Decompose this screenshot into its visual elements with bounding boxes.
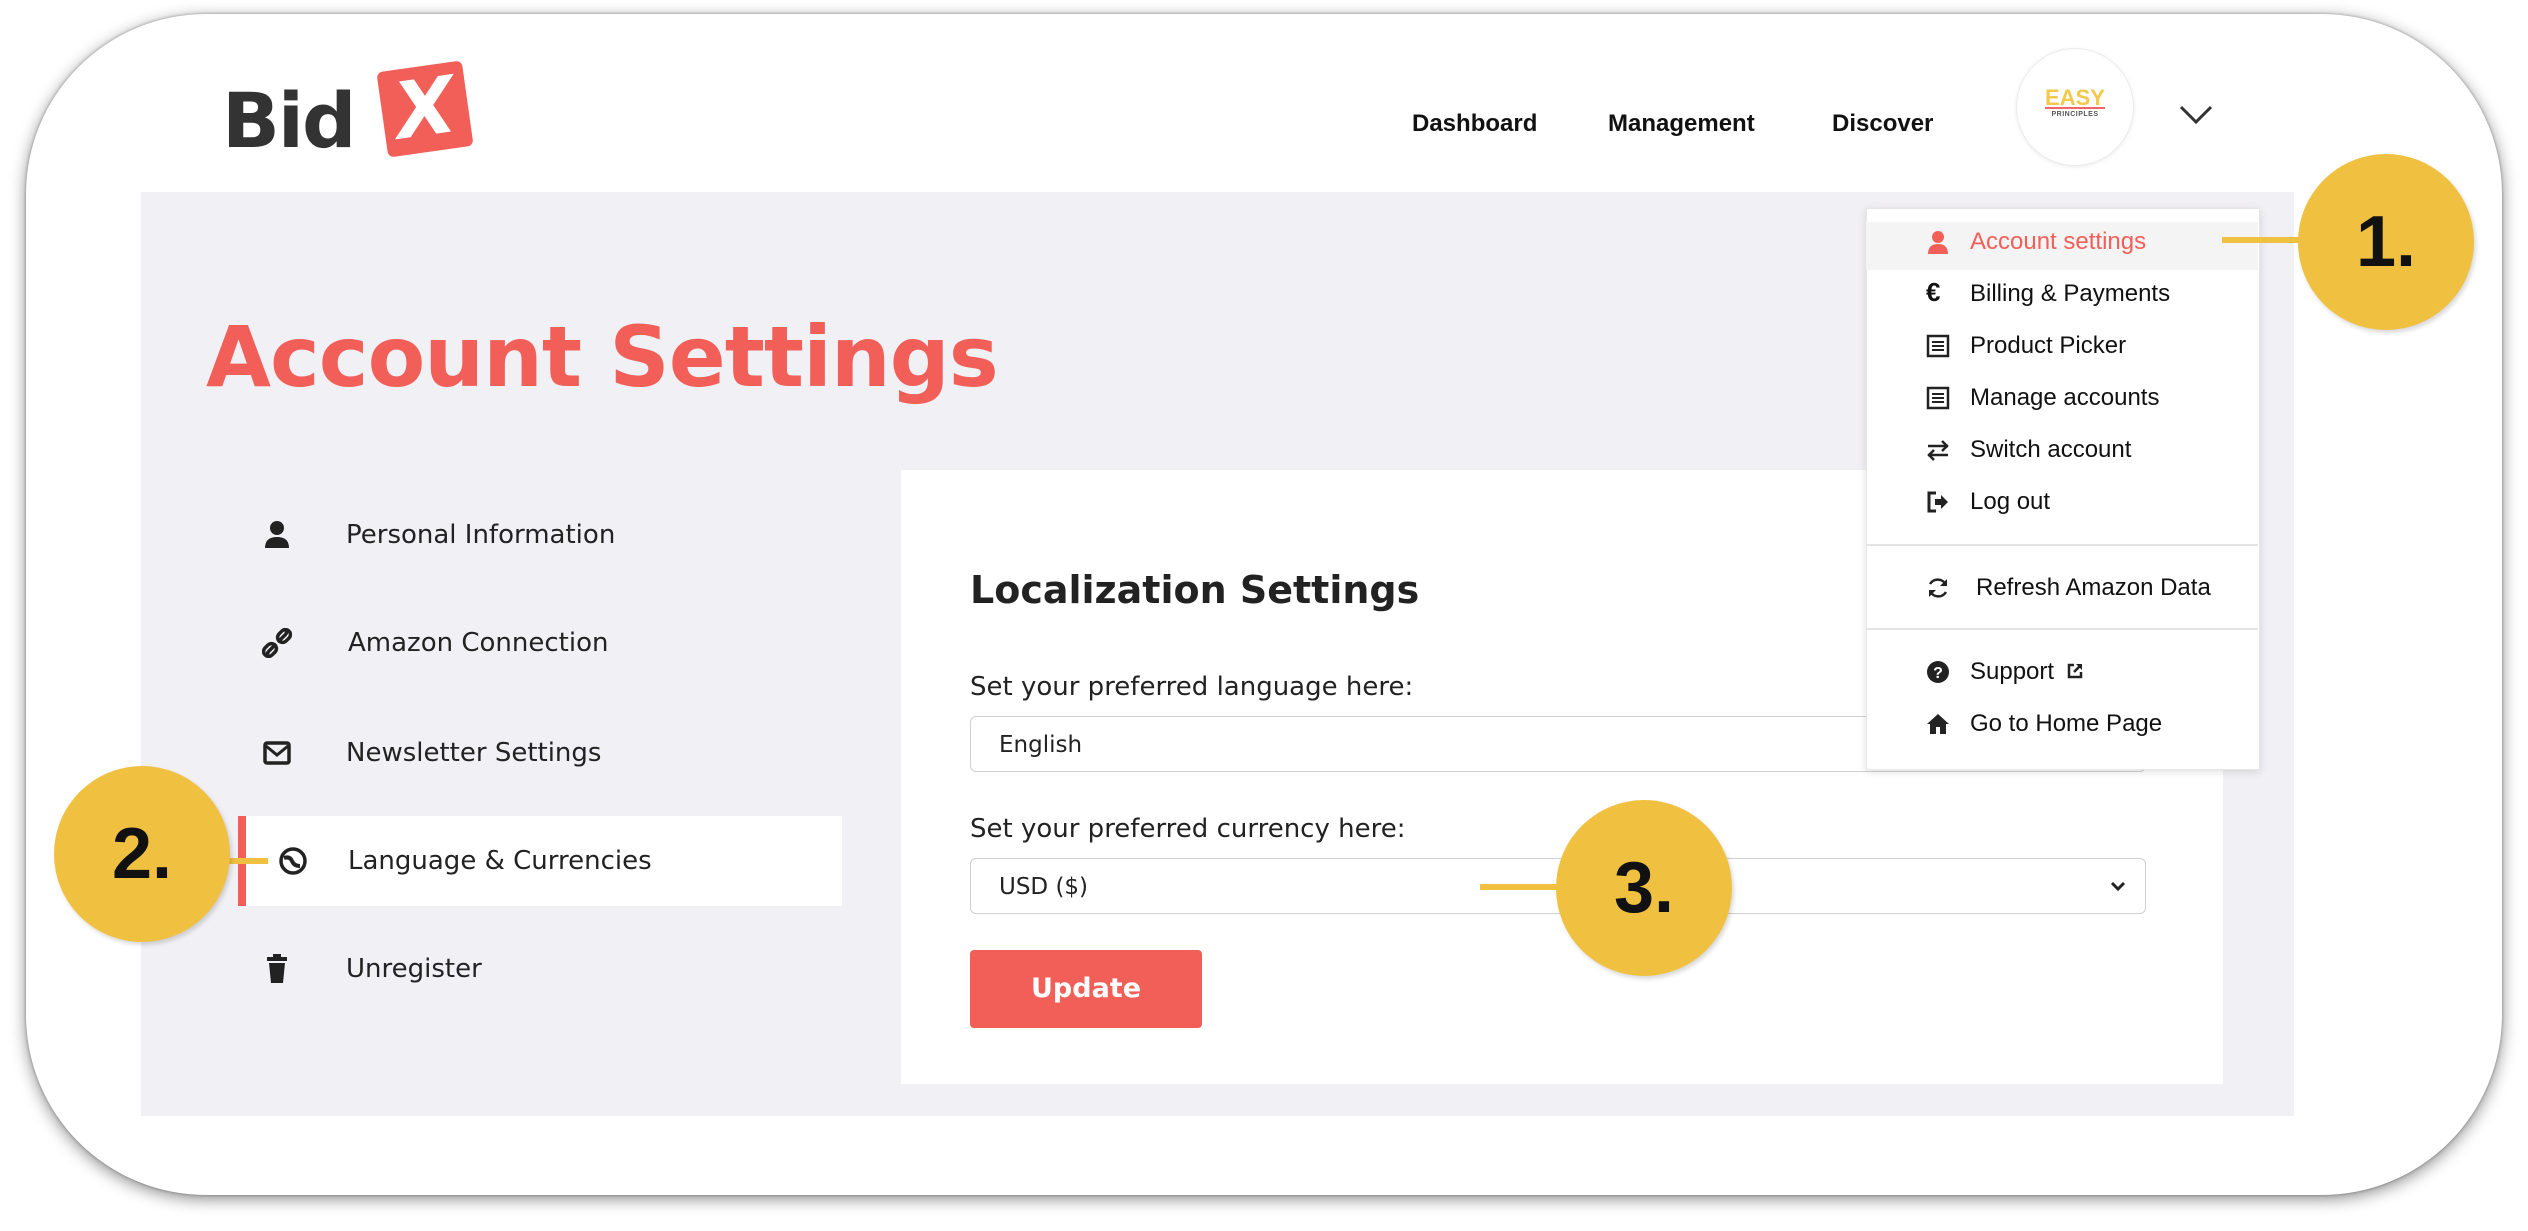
dropdown-item-label: Product Picker — [1970, 332, 2127, 359]
chevron-down-icon — [2110, 881, 2126, 892]
dropdown-item-label: Go to Home Page — [1970, 710, 2163, 737]
dropdown-item-label: Billing & Payments — [1970, 280, 2171, 307]
sidebar-item-language-currencies[interactable]: Language & Currencies — [238, 816, 842, 906]
user-icon — [1928, 231, 1948, 254]
help-icon: ? — [1927, 661, 1949, 683]
list-icon — [1926, 386, 1950, 410]
avatar-line2: PRINCIPLES — [2051, 111, 2099, 118]
dropdown-item-label: Switch account — [1970, 436, 2132, 463]
sidebar-item-unregister[interactable]: Unregister — [220, 924, 838, 1014]
link-icon — [262, 628, 292, 658]
language-value: English — [999, 732, 1083, 758]
annotation-connector-2 — [224, 858, 268, 864]
avatar-line1: EASY — [2045, 85, 2105, 110]
dropdown-divider — [1866, 544, 2258, 546]
logo-text: Bid — [222, 76, 356, 165]
mail-icon — [263, 741, 291, 765]
dropdown-item-label: Refresh Amazon Data — [1976, 574, 2211, 601]
home-icon — [1927, 714, 1949, 734]
trash-icon — [267, 954, 287, 983]
sidebar-item-personal-information[interactable]: Personal Information — [220, 490, 838, 580]
currency-value: USD ($) — [999, 874, 1089, 900]
sidebar-item-label: Amazon Connection — [348, 628, 609, 658]
list-icon — [1926, 334, 1950, 358]
sidebar-item-label: Newsletter Settings — [346, 738, 602, 768]
nav-discover[interactable]: Discover — [1832, 110, 1933, 138]
sidebar-item-label: Personal Information — [346, 520, 616, 550]
avatar[interactable]: EASY PRINCIPLES — [2016, 48, 2134, 166]
dropdown-divider — [1866, 628, 2258, 630]
dropdown-item-label: Account settings — [1970, 228, 2147, 255]
localization-title: Localization Settings — [970, 568, 1420, 612]
page-title: Account Settings — [206, 308, 999, 406]
dropdown-item-label: Manage accounts — [1970, 384, 2160, 411]
swap-icon — [1927, 440, 1949, 461]
update-button[interactable]: Update — [970, 950, 1202, 1028]
language-label: Set your preferred language here: — [970, 672, 1414, 702]
annotation-badge-1: 1. — [2298, 154, 2474, 330]
logout-icon — [1927, 491, 1948, 513]
user-icon — [265, 521, 289, 548]
globe-icon — [279, 847, 307, 875]
annotation-connector-3 — [1480, 884, 1560, 890]
nav-dashboard[interactable]: Dashboard — [1412, 110, 1537, 138]
external-link-icon — [2067, 663, 2083, 679]
nav-management[interactable]: Management — [1608, 110, 1755, 138]
sidebar-item-newsletter-settings[interactable]: Newsletter Settings — [220, 708, 838, 798]
svg-text:?: ? — [1933, 665, 1943, 682]
sidebar-item-amazon-connection[interactable]: Amazon Connection — [220, 598, 838, 688]
refresh-icon — [1928, 578, 1948, 598]
annotation-connector-1 — [2222, 237, 2302, 243]
logo-mark-letter: X — [388, 60, 462, 158]
annotation-badge-3: 3. — [1556, 800, 1732, 976]
annotation-badge-2: 2. — [54, 766, 230, 942]
sidebar-item-label: Language & Currencies — [348, 846, 652, 876]
chevron-down-icon[interactable] — [2178, 96, 2214, 132]
currency-label: Set your preferred currency here: — [970, 814, 1406, 844]
logo-mark: X — [376, 60, 474, 158]
dropdown-item-label: Support — [1970, 658, 2055, 685]
sidebar-item-label: Unregister — [346, 954, 482, 984]
dropdown-item-label: Log out — [1970, 488, 2051, 515]
euro-icon: € — [1926, 277, 1941, 307]
